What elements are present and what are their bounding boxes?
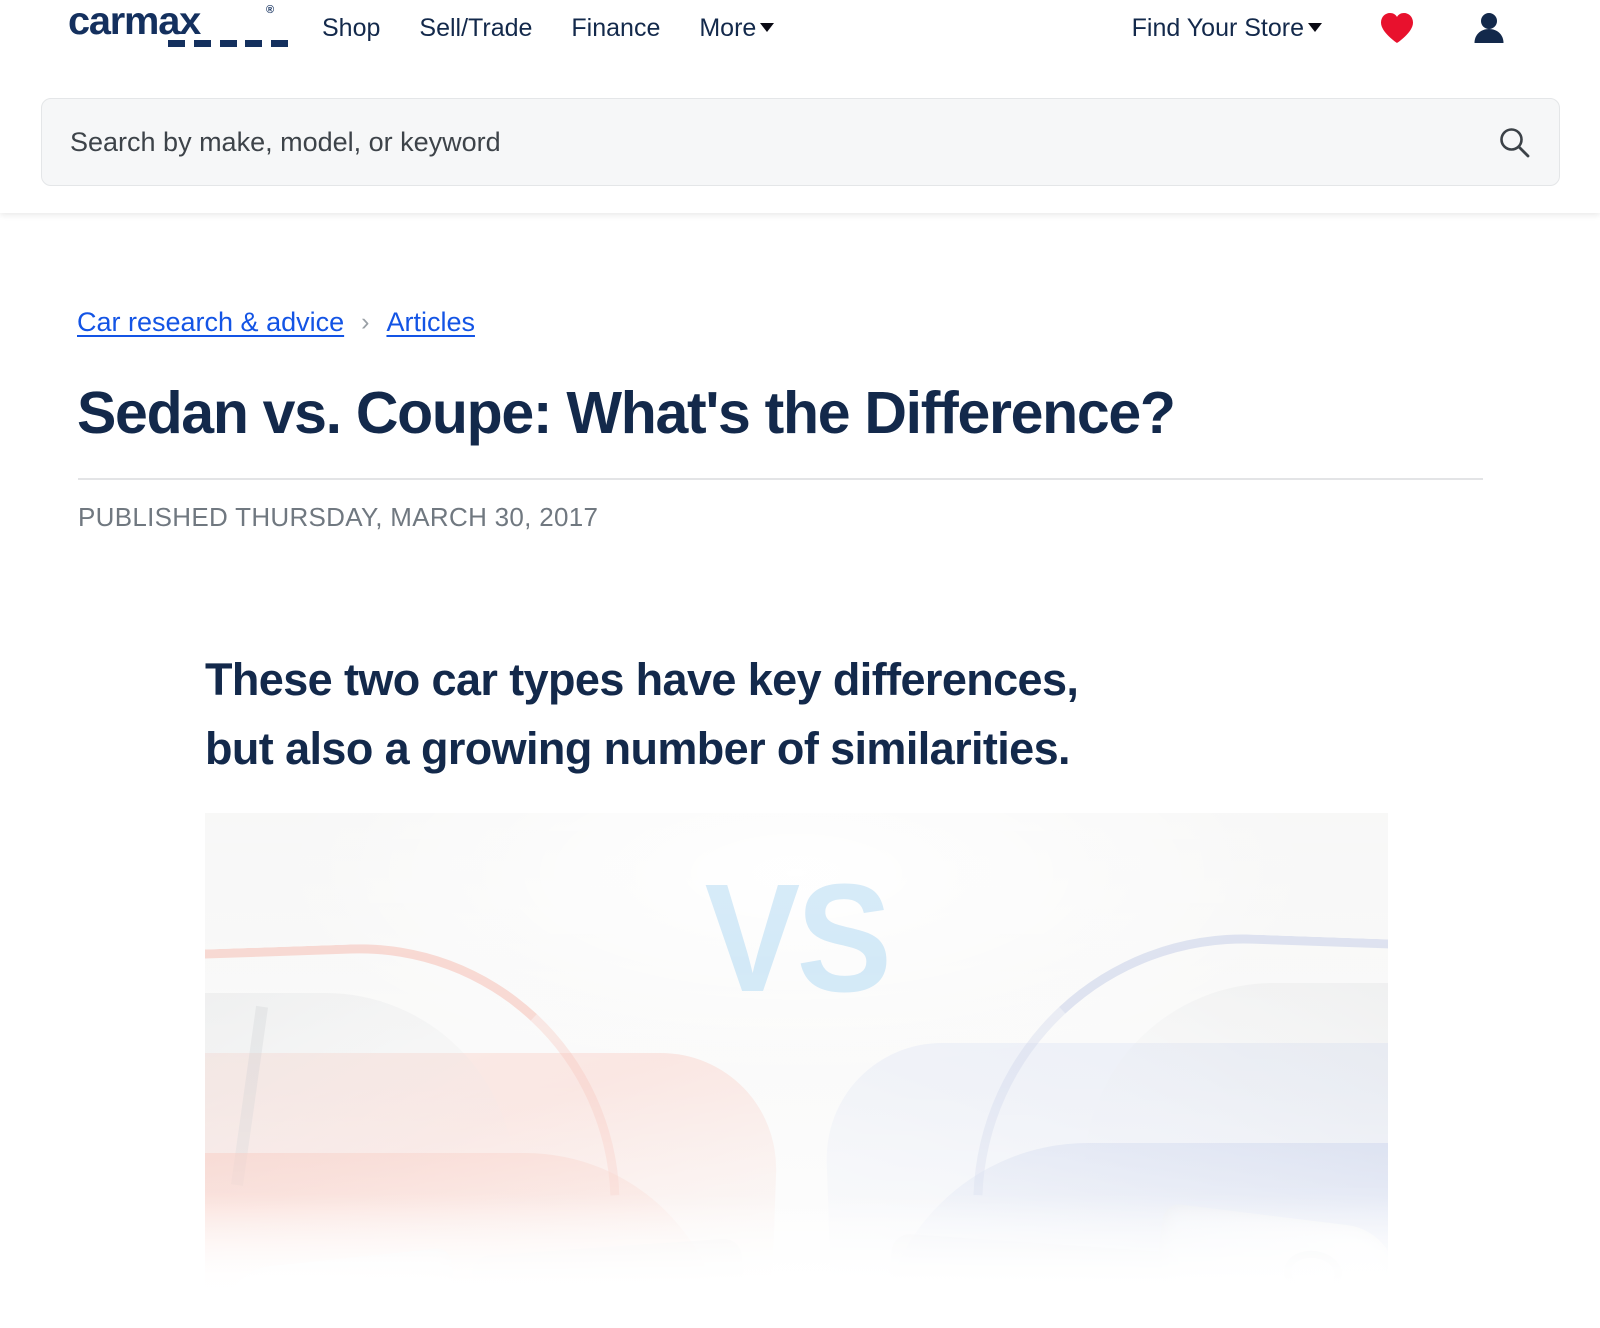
nav-item-shop[interactable]: Shop bbox=[322, 11, 419, 45]
article-hero-image: VS bbox=[205, 813, 1388, 1313]
nav-item-more[interactable]: More bbox=[699, 11, 784, 45]
chevron-down-icon bbox=[1308, 23, 1322, 33]
user-account-icon[interactable] bbox=[1474, 12, 1504, 44]
search-box[interactable] bbox=[41, 98, 1560, 186]
logo-wordmark: carmax bbox=[68, 0, 201, 43]
breadcrumb: Car research & advice › Articles bbox=[77, 306, 475, 338]
nav-item-sell-trade[interactable]: Sell/Trade bbox=[419, 11, 571, 45]
search-bar bbox=[41, 98, 1560, 186]
carmax-logo[interactable]: carmax ® bbox=[68, 2, 290, 54]
vs-text: VS bbox=[704, 852, 892, 1024]
breadcrumb-item-articles[interactable]: Articles bbox=[386, 306, 475, 338]
published-date: PUBLISHED THURSDAY, MARCH 30, 2017 bbox=[78, 502, 599, 532]
top-nav-row: carmax ® Shop Sell/Trade Finance More Fi… bbox=[0, 0, 1600, 62]
nav-item-more-label: More bbox=[699, 14, 757, 42]
title-divider bbox=[78, 478, 1483, 480]
header-utilities: Find Your Store bbox=[1132, 11, 1504, 45]
breadcrumb-separator-icon: › bbox=[361, 307, 370, 336]
nav-item-finance[interactable]: Finance bbox=[571, 11, 699, 45]
page-title: Sedan vs. Coupe: What's the Difference? bbox=[77, 380, 1176, 446]
heart-icon[interactable] bbox=[1380, 12, 1414, 44]
site-header: carmax ® Shop Sell/Trade Finance More Fi… bbox=[0, 0, 1600, 213]
search-icon bbox=[1500, 128, 1530, 158]
find-your-store-button[interactable]: Find Your Store bbox=[1132, 11, 1322, 45]
search-submit-button[interactable] bbox=[1493, 121, 1535, 163]
logo-registered-mark: ® bbox=[266, 4, 275, 16]
chevron-down-icon bbox=[760, 23, 775, 33]
find-your-store-label: Find Your Store bbox=[1131, 14, 1304, 42]
article-subheading-line-2: but also a growing number of similaritie… bbox=[205, 723, 1071, 774]
hero-image-canvas: VS bbox=[205, 813, 1388, 1313]
main-navigation: Shop Sell/Trade Finance More bbox=[322, 11, 784, 45]
article-subheading: These two car types have key differences… bbox=[205, 645, 1395, 783]
search-input[interactable] bbox=[42, 99, 1559, 185]
breadcrumb-item-car-research-advice[interactable]: Car research & advice bbox=[77, 306, 344, 338]
article-subheading-line-1: These two car types have key differences… bbox=[205, 654, 1079, 705]
logo-dashes bbox=[168, 40, 288, 47]
